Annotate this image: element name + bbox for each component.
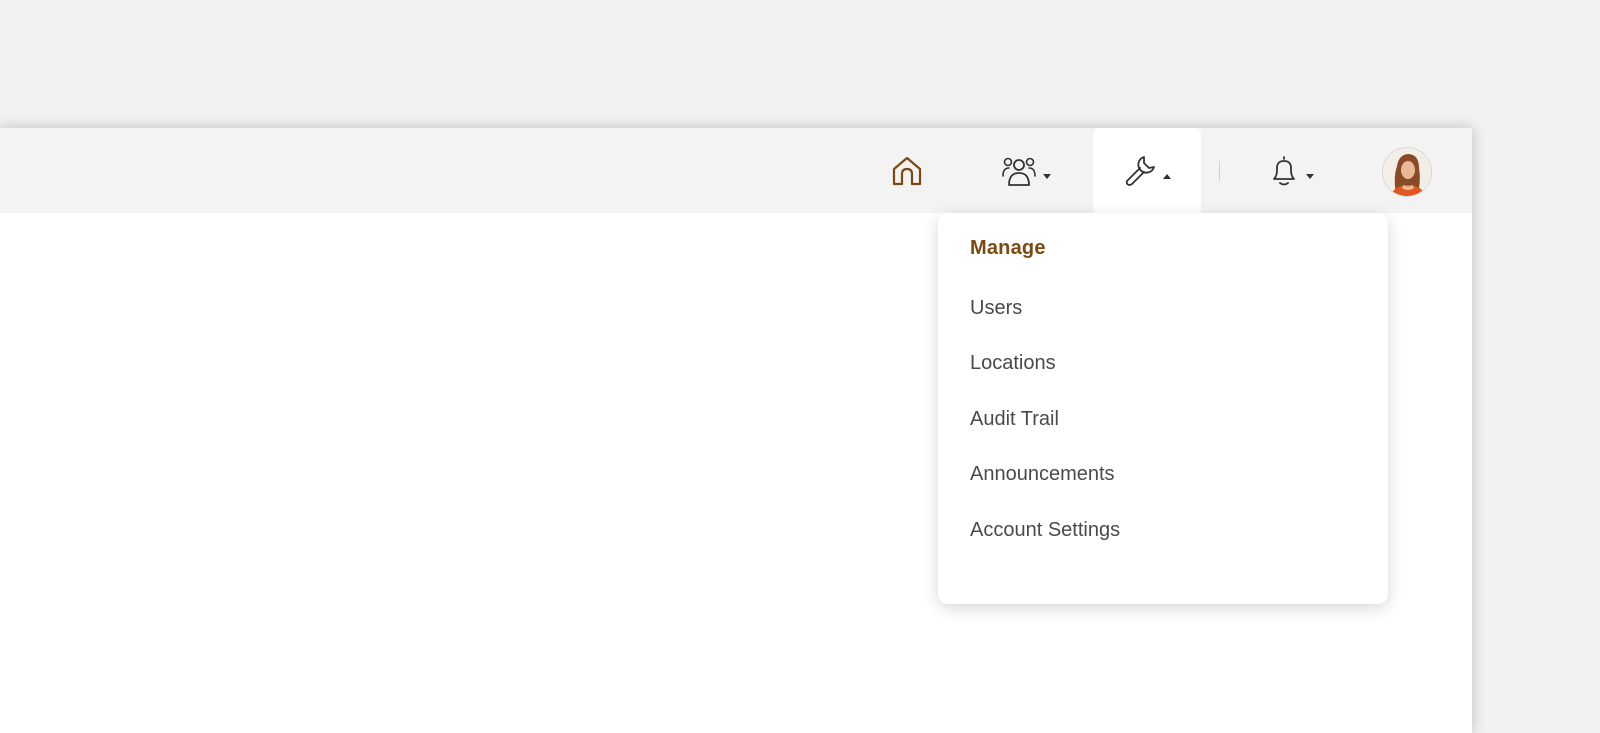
manage-menu-header: Manage [970, 237, 1046, 259]
menu-item-audit-trail[interactable]: Audit Trail [970, 408, 1059, 431]
menu-item-users[interactable]: Users [970, 297, 1022, 320]
users-icon [1002, 157, 1036, 186]
chevron-down-icon [1306, 174, 1314, 179]
user-avatar-icon [1383, 148, 1431, 196]
groups-nav-button[interactable] [990, 128, 1062, 213]
user-avatar[interactable] [1382, 147, 1432, 197]
bell-icon [1273, 155, 1295, 185]
manage-nav-button[interactable] [1093, 128, 1201, 213]
home-icon [892, 156, 922, 185]
menu-item-account-settings[interactable]: Account Settings [970, 519, 1120, 542]
wrench-icon [1125, 155, 1155, 186]
menu-item-locations[interactable]: Locations [970, 352, 1056, 375]
home-nav-button[interactable] [883, 128, 931, 213]
chevron-up-icon [1163, 174, 1171, 179]
manage-dropdown-menu: Manage Users Locations Audit Trail Annou… [938, 213, 1388, 604]
chevron-down-icon [1043, 174, 1051, 179]
notifications-nav-button[interactable] [1258, 128, 1324, 213]
top-navigation-bar [0, 128, 1472, 213]
nav-divider [1219, 161, 1220, 181]
menu-item-announcements[interactable]: Announcements [970, 463, 1115, 486]
